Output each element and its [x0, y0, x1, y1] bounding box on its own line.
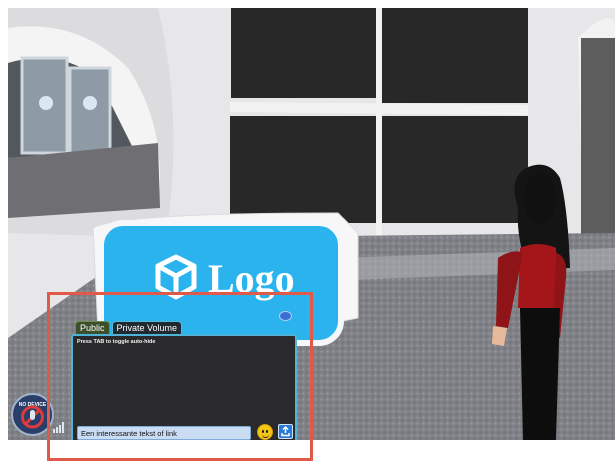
highlight-box	[47, 292, 313, 461]
app-window: Logo Public Private Volume Press TAB to …	[0, 0, 615, 465]
